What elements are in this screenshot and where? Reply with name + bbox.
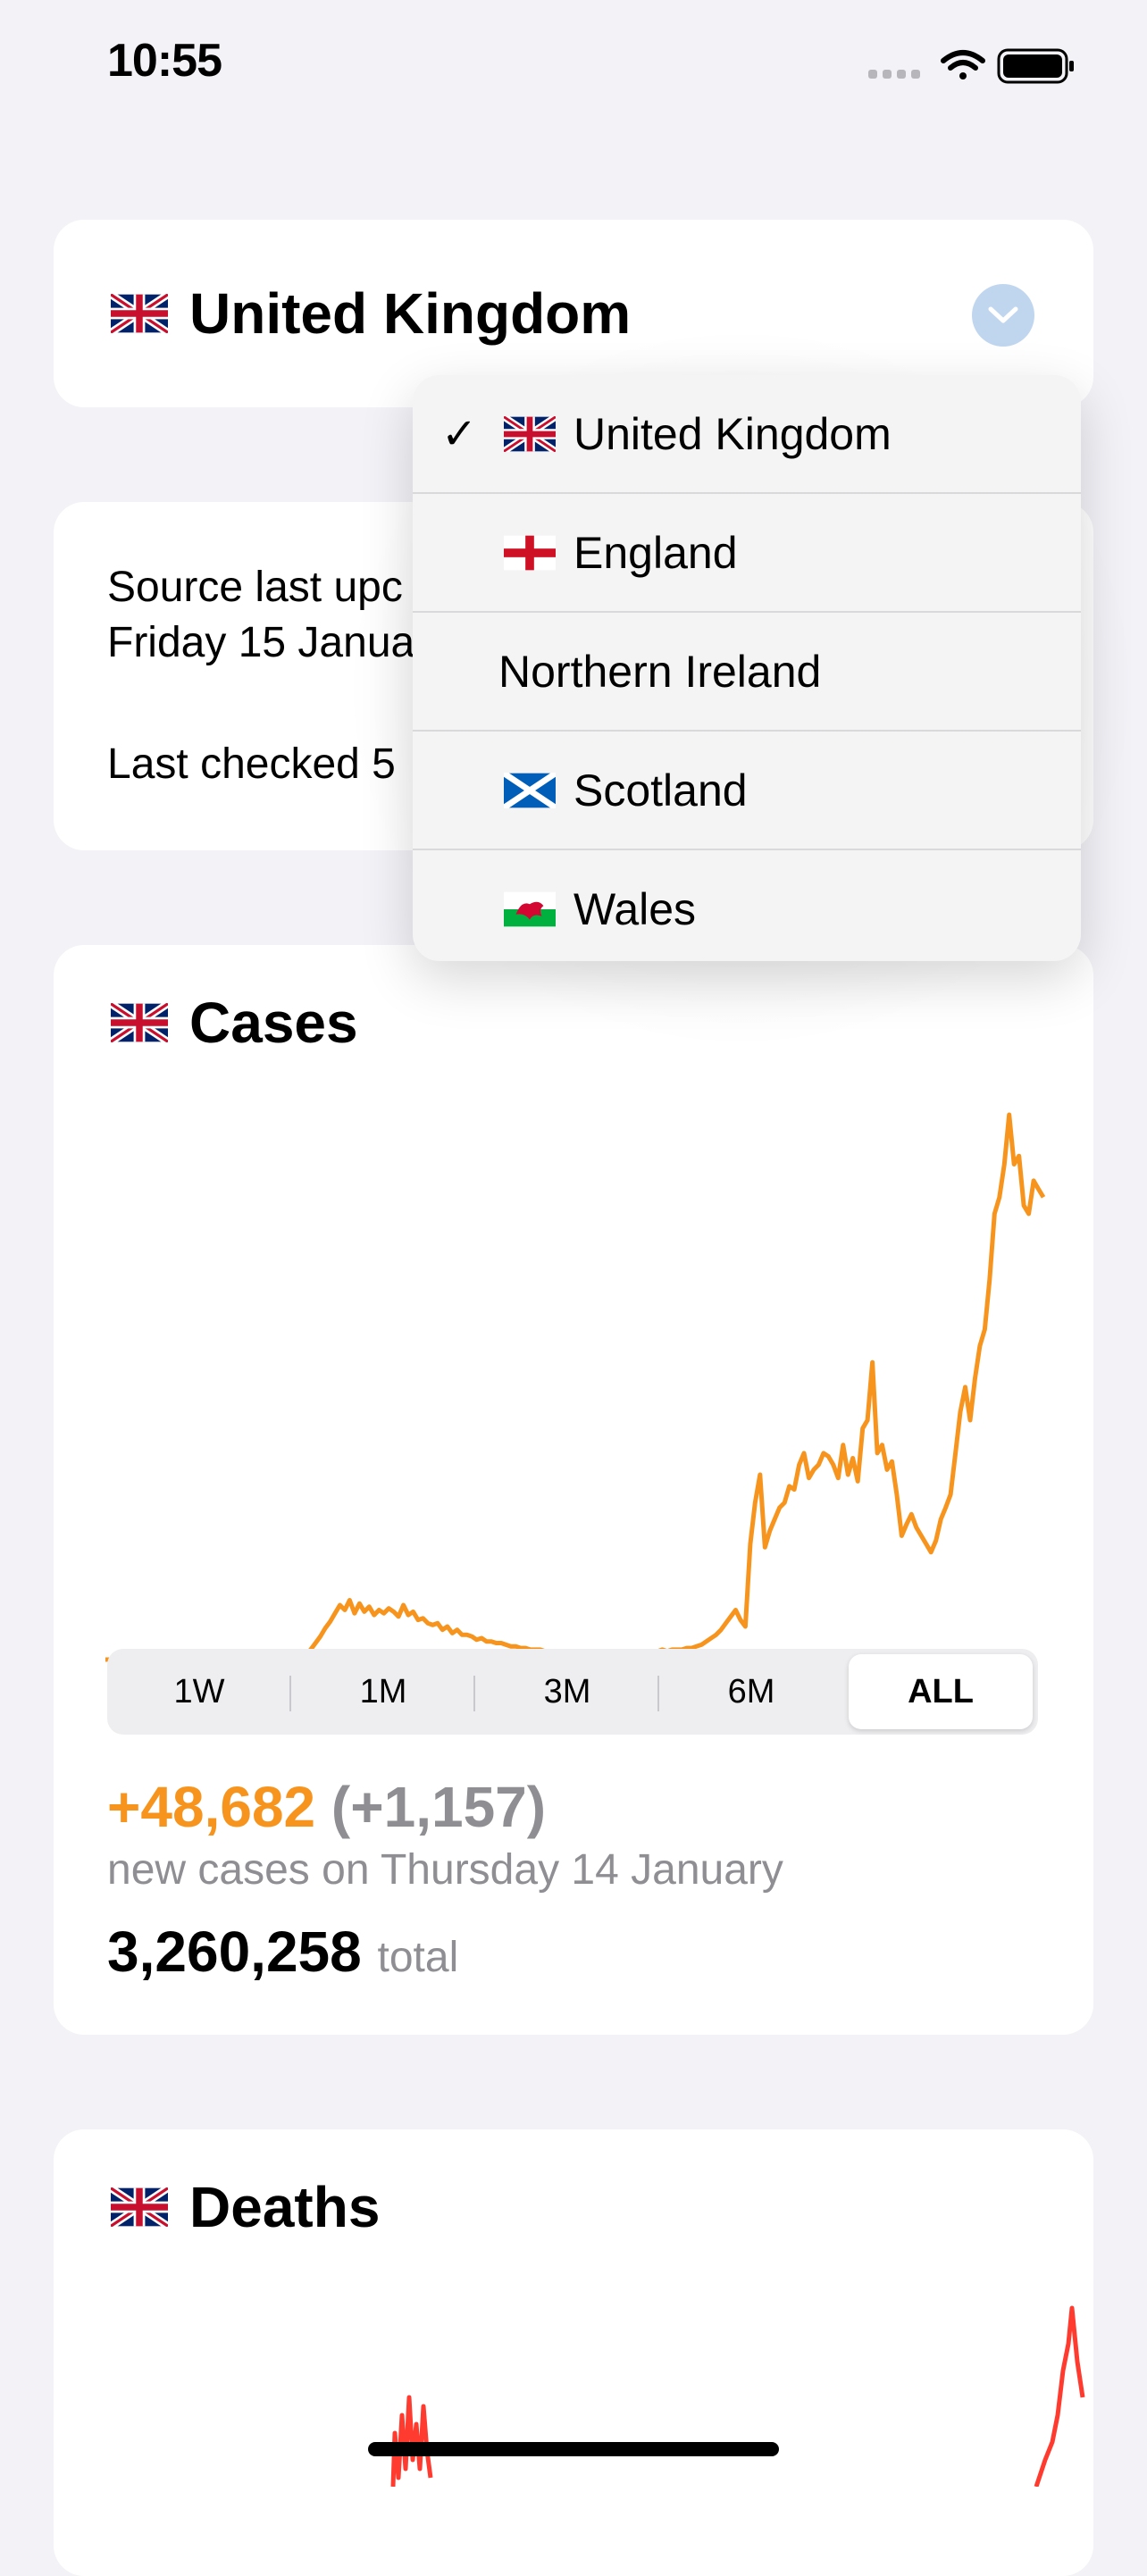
- new-cases-change: (+1,157): [331, 1775, 547, 1839]
- country-dropdown-menu: ✓ United Kingdom England Northern Irelan…: [413, 375, 1081, 961]
- cases-title-label: Cases: [189, 991, 358, 1055]
- menu-item-label: Wales: [574, 883, 697, 934]
- deaths-chart: [390, 2305, 1085, 2487]
- scotland-flag-icon: [504, 772, 556, 808]
- uk-flag-icon: [504, 415, 556, 452]
- total-cases-label: total: [377, 1934, 459, 1981]
- menu-item-label: United Kingdom: [574, 408, 892, 459]
- deaths-title: Deaths: [111, 2174, 380, 2240]
- menu-item-label: Scotland: [574, 765, 748, 815]
- cases-card: Cases 1W 1M 3M 6M ALL +48,682 (+1,157) n…: [54, 945, 1093, 2035]
- period-1w[interactable]: 1W: [107, 1654, 291, 1729]
- signal-icon: [868, 70, 920, 79]
- menu-item-wales[interactable]: Wales: [413, 850, 1081, 961]
- new-cases-value: +48,682: [107, 1775, 316, 1839]
- status-bar: 10:55: [0, 0, 1147, 125]
- menu-item-label: Northern Ireland: [498, 646, 822, 697]
- battery-icon: [997, 48, 1074, 84]
- wales-flag-icon: [504, 891, 556, 926]
- period-1m[interactable]: 1M: [291, 1654, 475, 1729]
- period-3m[interactable]: 3M: [475, 1654, 659, 1729]
- uk-flag-icon: [111, 294, 168, 333]
- menu-item-label: England: [574, 527, 738, 578]
- status-icons: [868, 48, 1074, 84]
- total-cases-value: 3,260,258: [107, 1919, 362, 1984]
- new-cases-caption: new cases on Thursday 14 January: [107, 1846, 783, 1894]
- uk-flag-icon: [111, 1003, 168, 1042]
- cases-chart: [105, 1112, 1046, 1662]
- wifi-icon: [941, 50, 985, 79]
- new-cases-stat: +48,682 (+1,157): [107, 1774, 546, 1840]
- period-segmented-control[interactable]: 1W 1M 3M 6M ALL: [107, 1649, 1038, 1735]
- menu-item-england[interactable]: England: [413, 494, 1081, 611]
- total-cases-stat: 3,260,258 total: [107, 1919, 458, 1985]
- uk-flag-icon: [111, 2187, 168, 2227]
- menu-item-scotland[interactable]: Scotland: [413, 732, 1081, 849]
- home-indicator: [368, 2442, 779, 2456]
- period-6m[interactable]: 6M: [659, 1654, 843, 1729]
- england-flag-icon: [504, 535, 556, 570]
- deaths-card: Deaths: [54, 2129, 1093, 2576]
- status-time: 10:55: [107, 35, 222, 87]
- deaths-series-line-recent: [1034, 2305, 1085, 2487]
- checkmark-icon: ✓: [441, 410, 478, 458]
- deaths-title-label: Deaths: [189, 2175, 381, 2239]
- cases-series-line: [105, 1112, 1046, 1662]
- menu-item-northern-ireland[interactable]: Northern Ireland: [413, 613, 1081, 730]
- period-all[interactable]: ALL: [849, 1654, 1033, 1729]
- cases-title: Cases: [111, 990, 358, 1056]
- menu-item-united-kingdom[interactable]: ✓ United Kingdom: [413, 375, 1081, 492]
